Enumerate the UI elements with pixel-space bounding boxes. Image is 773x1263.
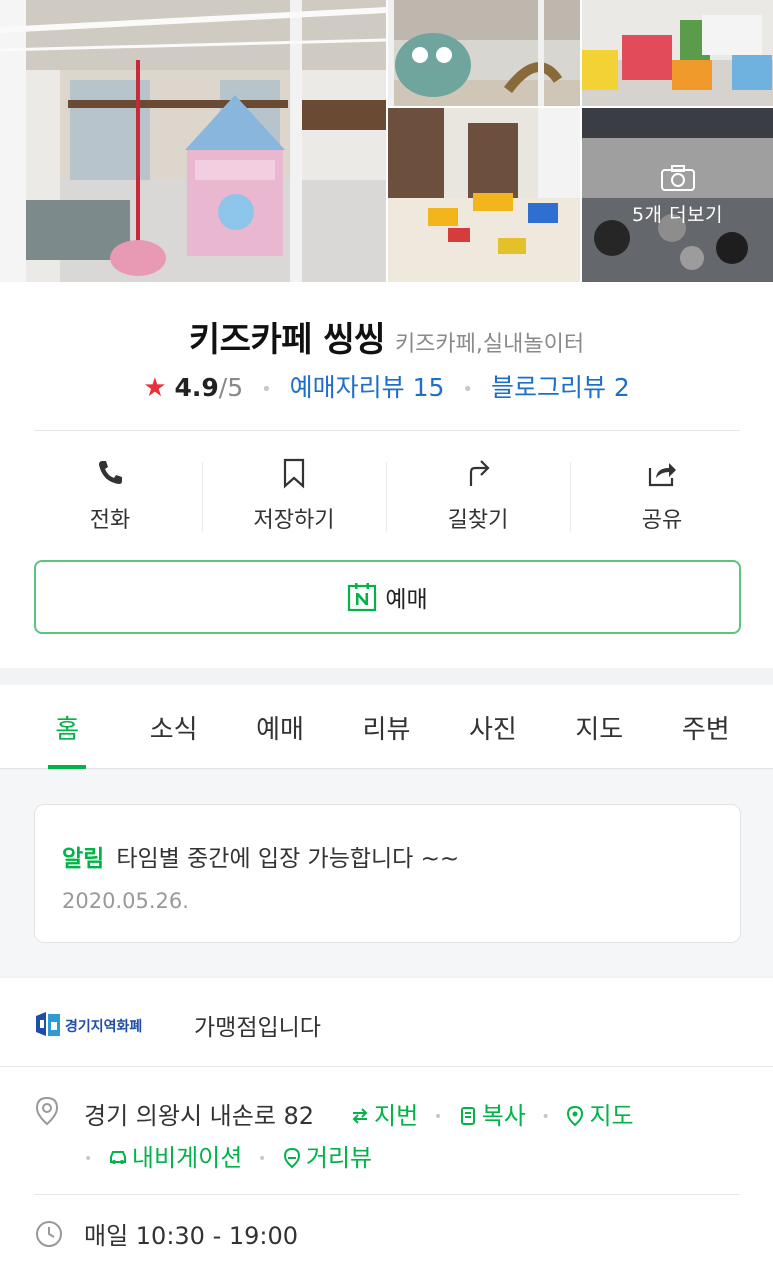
naver-booking-icon xyxy=(348,583,377,612)
swap-icon xyxy=(352,1108,368,1124)
photo-thumbnail[interactable] xyxy=(582,0,773,106)
address-text: 경기 의왕시 내손로 82 xyxy=(84,1102,315,1130)
separator-dot: • xyxy=(462,378,473,400)
blog-review-link[interactable]: 블로그리뷰 2 xyxy=(491,373,630,402)
star-icon: ★ xyxy=(143,373,167,403)
separator-dot: • xyxy=(541,1109,550,1125)
directions-button[interactable]: 길찾기 xyxy=(386,454,570,540)
place-category: 키즈카페,실내놀이터 xyxy=(394,332,585,357)
map-link[interactable]: 지도 xyxy=(565,1102,634,1130)
car-icon xyxy=(109,1151,126,1164)
notice-section: 알림 타임별 중간에 입장 가능합니다 ~~ 2020.05.26. xyxy=(0,770,773,976)
more-photos-label: 5개 더보기 xyxy=(631,203,724,226)
place-name: 키즈카페 씽씽 xyxy=(188,320,386,360)
action-bar: 전화 저장하기 길찾기 공유 xyxy=(18,454,754,540)
bookmark-icon xyxy=(283,458,305,489)
map-pin-icon xyxy=(567,1105,584,1127)
divider xyxy=(34,430,740,431)
jibun-link[interactable]: 지번 xyxy=(350,1102,418,1130)
rating-row: ★ 4.9/5 • 예매자리뷰 15 • 블로그리뷰 2 xyxy=(0,368,773,404)
tab-reviews[interactable]: 리뷰 xyxy=(333,685,439,768)
local-currency-row: 경기지역화폐 가맹점입니다 xyxy=(34,1008,321,1042)
notice-card[interactable]: 알림 타임별 중간에 입장 가능합니다 ~~ 2020.05.26. xyxy=(34,804,741,943)
divider xyxy=(34,1194,740,1195)
tab-news[interactable]: 소식 xyxy=(120,685,226,768)
call-button[interactable]: 전화 xyxy=(18,454,202,540)
hours-text: 매일 10:30 - 19:00 xyxy=(84,1222,299,1250)
phone-icon xyxy=(99,461,122,484)
notice-line: 알림 타임별 중간에 입장 가능합니다 ~~ xyxy=(62,839,459,873)
title-row: 키즈카페 씽씽 키즈카페,실내놀이터 xyxy=(0,312,773,361)
divider xyxy=(0,1066,773,1067)
save-label: 저장하기 xyxy=(253,508,335,533)
separator-dot: • xyxy=(261,378,272,400)
navigation-label: 내비게이션 xyxy=(131,1144,243,1172)
camera-icon xyxy=(660,164,695,191)
logo-text: 경기지역화폐 xyxy=(65,1018,142,1035)
call-label: 전화 xyxy=(89,508,131,533)
rating-max: /5 xyxy=(218,373,244,402)
tab-booking[interactable]: 예매 xyxy=(227,685,333,768)
local-currency-label: 가맹점입니다 xyxy=(194,1015,321,1041)
more-photos-overlay[interactable]: 5개 더보기 xyxy=(582,108,773,282)
share-icon xyxy=(648,463,676,487)
gyeonggi-currency-logo: 경기지역화폐 xyxy=(36,1012,142,1036)
separator-dot: • xyxy=(433,1109,443,1125)
map-label: 지도 xyxy=(589,1102,634,1130)
clock-icon xyxy=(36,1220,62,1247)
address-links-secondary: • 내비게이션 • 거리뷰 xyxy=(84,1138,372,1173)
copy-label: 복사 xyxy=(481,1102,526,1130)
notice-text: 타임별 중간에 입장 가능합니다 ~~ xyxy=(116,846,460,872)
copy-icon xyxy=(460,1107,475,1125)
info-section: 경기지역화폐 가맹점입니다 경기 의왕시 내손로 82 지번 • 복사 • 지도… xyxy=(0,978,773,1263)
tab-photos[interactable]: 사진 xyxy=(440,685,546,768)
tab-home[interactable]: 홈 xyxy=(14,685,120,768)
notice-tag: 알림 xyxy=(62,846,105,872)
photo-thumbnail[interactable]: 5개 더보기 xyxy=(582,108,773,282)
separator-dot: • xyxy=(257,1151,267,1167)
streetview-label: 거리뷰 xyxy=(305,1144,373,1172)
directions-label: 길찾기 xyxy=(447,508,509,533)
tab-map[interactable]: 지도 xyxy=(546,685,652,768)
separator-dot: • xyxy=(84,1151,93,1167)
address-links: 지번 • 복사 • 지도 xyxy=(350,1096,634,1131)
notice-date: 2020.05.26. xyxy=(62,889,189,913)
photo-thumbnail[interactable] xyxy=(388,0,580,106)
booking-review-link[interactable]: 예매자리뷰 15 xyxy=(290,373,445,402)
tab-bar: 홈 소식 예매 리뷰 사진 지도 주변 xyxy=(0,685,773,769)
photo-gallery: 5개 더보기 xyxy=(0,0,773,282)
location-pin-icon xyxy=(35,1096,59,1126)
jibun-label: 지번 xyxy=(374,1102,419,1130)
reserve-label: 예매 xyxy=(385,587,428,613)
share-button[interactable]: 공유 xyxy=(570,454,754,540)
save-button[interactable]: 저장하기 xyxy=(202,454,386,540)
place-header: 키즈카페 씽씽 키즈카페,실내놀이터 ★ 4.9/5 • 예매자리뷰 15 • 블… xyxy=(0,282,773,668)
directions-icon xyxy=(469,460,490,486)
navigation-link[interactable]: 내비게이션 xyxy=(108,1144,242,1172)
rating-score: 4.9 xyxy=(174,373,219,402)
share-label: 공유 xyxy=(641,508,683,533)
copy-link[interactable]: 복사 xyxy=(458,1102,526,1130)
streetview-icon xyxy=(283,1147,300,1169)
main-photo[interactable] xyxy=(0,0,386,282)
tab-nearby[interactable]: 주변 xyxy=(653,685,759,768)
reserve-button[interactable]: 예매 xyxy=(34,560,741,634)
photo-thumbnail[interactable] xyxy=(388,108,580,282)
streetview-link[interactable]: 거리뷰 xyxy=(282,1144,372,1172)
hours-row[interactable]: 매일 10:30 - 19:00 xyxy=(34,1216,298,1251)
